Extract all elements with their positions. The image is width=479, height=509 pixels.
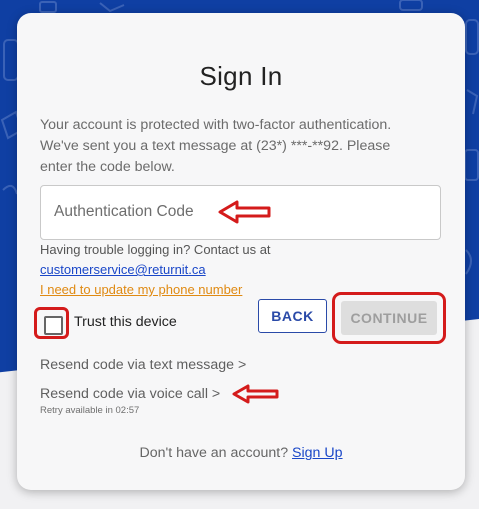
continue-button[interactable]: CONTINUE (341, 301, 437, 335)
trust-device-highlight (34, 307, 69, 339)
background-can-icon-2 (464, 149, 479, 181)
background-cap-icon-2 (399, 0, 423, 11)
background-line-icon (2, 184, 18, 195)
resend-voice-link[interactable]: Resend code via voice call > (40, 386, 220, 402)
trust-device-label[interactable]: Trust this device (74, 314, 177, 330)
background-curve-icon (465, 249, 472, 275)
no-account-text: Don't have an account? (139, 445, 289, 461)
sign-in-card: Sign In Your account is protected with t… (17, 13, 465, 490)
retry-timer-text: Retry available in 02:57 (40, 405, 140, 416)
back-button[interactable]: BACK (258, 299, 327, 333)
background-cap-icon (39, 1, 57, 13)
background-bottle-icon (465, 19, 479, 55)
left-arrow-icon (218, 200, 271, 224)
resend-text-link[interactable]: Resend code via text message > (40, 357, 246, 373)
background-line-icon-3 (99, 2, 125, 13)
update-phone-link[interactable]: I need to update my phone number (40, 282, 242, 297)
background-can-icon (3, 39, 19, 81)
checkbox-icon[interactable] (44, 316, 63, 335)
continue-highlight: CONTINUE (332, 292, 446, 344)
two-factor-description: Your account is protected with two-facto… (40, 117, 392, 175)
authentication-code-placeholder: Authentication Code (54, 203, 194, 220)
signup-row: Don't have an account? Sign Up (17, 445, 465, 461)
background-line-icon-2 (466, 89, 479, 115)
trouble-logging-text: Having trouble logging in? Contact us at (40, 242, 271, 257)
page-title: Sign In (199, 61, 283, 91)
sign-up-link[interactable]: Sign Up (292, 445, 342, 461)
left-arrow-icon (232, 384, 279, 404)
support-email-link[interactable]: customerservice@returnit.ca (40, 262, 206, 277)
